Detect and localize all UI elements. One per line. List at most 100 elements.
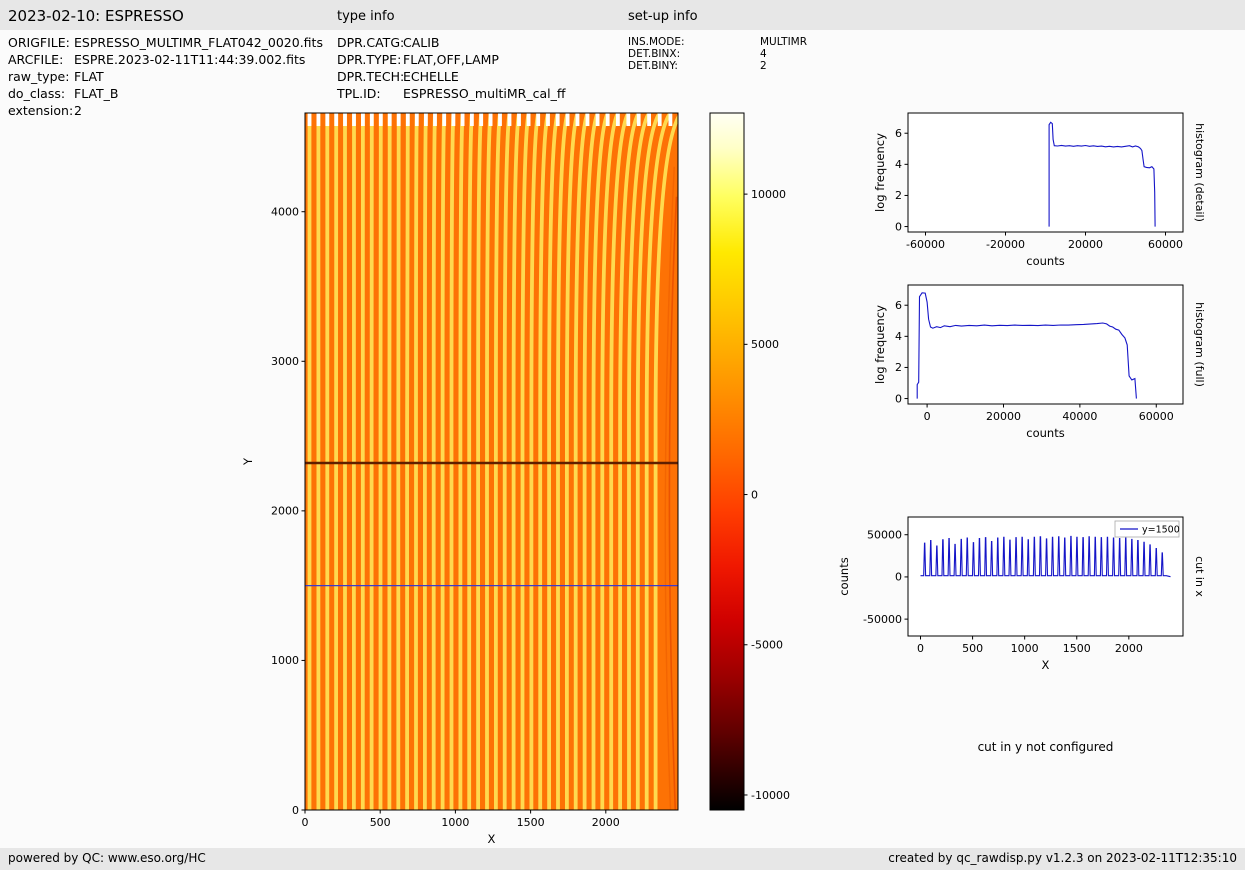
histogram-full-plot: 0 20000 40000 60000 0 2 4 6 counts log frequency h… [873, 284, 1206, 440]
metadata-key: extension: [8, 103, 74, 118]
footer-credit: powered by QC: www.eso.org/HC [8, 851, 206, 865]
svg-text:0: 0 [895, 571, 902, 584]
metadata-key: TPL.ID: [337, 86, 381, 101]
metadata-row: raw_type: FLAT [8, 68, 323, 85]
metadata-row: DET.BINY: 2 [628, 60, 807, 72]
svg-text:X: X [1042, 658, 1050, 672]
raster-plot: 0 500 1000 1500 2000 0 1000 2000 3000 4000 X Y [241, 112, 679, 846]
metadata-value: 2 [760, 60, 767, 72]
svg-text:cut in x: cut in x [1193, 556, 1206, 597]
metadata-value: 2 [74, 103, 82, 118]
setup-info-heading: set-up info [628, 9, 698, 24]
metadata-key: DET.BINY: [628, 60, 678, 72]
svg-text:20000: 20000 [986, 410, 1021, 423]
svg-text:0: 0 [924, 410, 931, 423]
metadata-row: DPR.TECH: ECHELLE [337, 68, 565, 85]
svg-text:20000: 20000 [1068, 238, 1103, 251]
svg-text:0: 0 [751, 488, 758, 501]
page-title: 2023-02-10: ESPRESSO [8, 7, 184, 25]
svg-text:60000: 60000 [1139, 410, 1174, 423]
metadata-key: DPR.CATG: [337, 35, 405, 50]
raster-image [305, 113, 678, 810]
metadata-key: ARCFILE: [8, 52, 64, 67]
type-info-block: DPR.CATG: CALIB DPR.TYPE: FLAT,OFF,LAMP DPR.… [337, 34, 565, 102]
svg-text:5000: 5000 [751, 338, 779, 351]
svg-text:X: X [488, 832, 496, 846]
svg-text:2000: 2000 [592, 816, 620, 829]
svg-text:-50000: -50000 [863, 613, 902, 626]
svg-text:3000: 3000 [271, 355, 299, 368]
svg-text:500: 500 [370, 816, 391, 829]
svg-text:60000: 60000 [1148, 238, 1183, 251]
svg-text:log frequency: log frequency [873, 305, 887, 384]
metadata-row: DPR.CATG: CALIB [337, 34, 565, 51]
svg-text:y=1500: y=1500 [1142, 525, 1180, 536]
svg-text:1500: 1500 [517, 816, 545, 829]
metadata-value: ESPRESSO_MULTIMR_FLAT042_0020.fits [74, 35, 323, 50]
metadata-row: INS.MODE: MULTIMR [628, 36, 807, 48]
metadata-value: MULTIMR [760, 36, 808, 48]
svg-text:1000: 1000 [441, 816, 469, 829]
metadata-row: do_class: FLAT_B [8, 85, 323, 102]
svg-text:histogram (detail): histogram (detail) [1193, 123, 1206, 222]
metadata-key: DPR.TECH: [337, 69, 405, 84]
svg-text:40000: 40000 [1062, 410, 1097, 423]
metadata-value: ESPRESSO_multiMR_cal_ff [403, 86, 566, 101]
svg-text:0: 0 [917, 642, 924, 655]
svg-text:-5000: -5000 [751, 639, 783, 652]
svg-text:1500: 1500 [1063, 642, 1091, 655]
metadata-row: ARCFILE: ESPRE.2023-02-11T11:44:39.002.fi… [8, 51, 323, 68]
metadata-key: ORIGFILE: [8, 35, 70, 50]
metadata-row: TPL.ID: ESPRESSO_multiMR_cal_ff [337, 85, 565, 102]
cut-in-y-note: cut in y not configured [977, 740, 1114, 754]
metadata-key: raw_type: [8, 69, 70, 84]
svg-text:counts: counts [1026, 254, 1064, 268]
svg-text:2: 2 [895, 189, 902, 202]
svg-text:1000: 1000 [1011, 642, 1039, 655]
metadata-value: FLAT [74, 69, 104, 84]
svg-text:0: 0 [895, 392, 902, 405]
histogram-detail-plot: -60000 -20000 20000 60000 0 2 4 6 counts log freq… [873, 112, 1206, 268]
svg-text:0: 0 [302, 816, 309, 829]
svg-text:6: 6 [895, 299, 902, 312]
svg-text:2000: 2000 [271, 505, 299, 518]
metadata-key: DET.BINX: [628, 48, 681, 60]
metadata-row: DET.BINX: 4 [628, 48, 807, 60]
svg-text:counts: counts [837, 557, 851, 595]
svg-text:-10000: -10000 [751, 789, 790, 802]
cut-in-x-plot: 0 500 1000 1500 2000 -50000 0 50000 Xcounts cut i… [837, 516, 1206, 672]
svg-text:1000: 1000 [271, 654, 299, 667]
legend: y=1500 [1114, 520, 1180, 538]
svg-text:2000: 2000 [1115, 642, 1143, 655]
svg-text:counts: counts [1026, 426, 1064, 440]
metadata-value: FLAT_B [74, 86, 119, 101]
metadata-value: ESPRE.2023-02-11T11:44:39.002.fits [74, 52, 306, 67]
type-info-heading: type info [337, 9, 395, 24]
svg-text:log frequency: log frequency [873, 133, 887, 212]
metadata-value: FLAT,OFF,LAMP [403, 52, 499, 67]
metadata-key: DPR.TYPE: [337, 52, 402, 67]
figure-canvas: 0 500 1000 1500 200001000200030004000XY10000… [241, 112, 1206, 846]
metadata-value: CALIB [403, 35, 440, 50]
svg-text:-60000: -60000 [906, 238, 945, 251]
metadata-value: ECHELLE [403, 69, 459, 84]
footer-created-by: created by qc_rawdisp.py v1.2.3 on 2023-… [888, 851, 1237, 865]
header-bar [0, 0, 1245, 30]
setup-info-block: INS.MODE: MULTIMR DET.BINX: 4 DET.BINY: 2 [628, 36, 807, 72]
svg-text:4: 4 [895, 158, 902, 171]
svg-text:0: 0 [895, 220, 902, 233]
metadata-row: DPR.TYPE: FLAT,OFF,LAMP [337, 51, 565, 68]
metadata-row: extension: 2 [8, 102, 323, 119]
svg-text:4000: 4000 [271, 206, 299, 219]
metadata-key: INS.MODE: [628, 36, 685, 48]
colorbar: 10000 5000 0 -5000 -10000 [709, 112, 790, 811]
svg-text:-20000: -20000 [986, 238, 1025, 251]
svg-text:6: 6 [895, 127, 902, 140]
svg-text:500: 500 [962, 642, 983, 655]
svg-text:2: 2 [895, 361, 902, 374]
metadata-row: ORIGFILE: ESPRESSO_MULTIMR_FLAT042_0020.f… [8, 34, 323, 51]
svg-text:50000: 50000 [867, 529, 902, 542]
svg-text:4: 4 [895, 330, 902, 343]
file-info-block: ORIGFILE: ESPRESSO_MULTIMR_FLAT042_0020.f… [8, 34, 323, 119]
svg-text:0: 0 [292, 804, 299, 817]
